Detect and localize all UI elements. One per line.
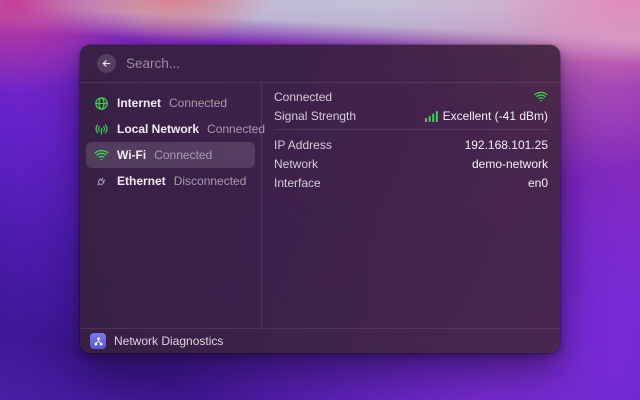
detail-row-network: Network demo-network xyxy=(274,154,548,173)
sidebar-item-label: Internet xyxy=(117,96,161,110)
signal-strength-value: Excellent (-41 dBm) xyxy=(443,109,548,123)
detail-row-signal-strength: Signal Strength Excellent (-41 dBm) xyxy=(274,106,548,125)
plug-icon xyxy=(94,174,109,189)
wifi-detail-panel: Connected Signal Strength xyxy=(262,83,560,328)
sidebar-item-internet[interactable]: Internet Connected xyxy=(86,90,255,116)
detail-row-connected: Connected xyxy=(274,87,548,106)
network-nodes-icon xyxy=(90,333,106,349)
detail-divider xyxy=(274,129,548,130)
sidebar-item-wifi[interactable]: Wi-Fi Connected xyxy=(86,142,255,168)
detail-row-ip-address: IP Address 192.168.101.25 xyxy=(274,135,548,154)
sidebar-item-status: Connected xyxy=(169,96,227,110)
detail-label: Connected xyxy=(274,90,332,104)
search-input[interactable] xyxy=(126,56,546,71)
back-button[interactable] xyxy=(97,54,116,73)
broadcast-icon xyxy=(94,122,109,137)
sidebar-item-ethernet[interactable]: Ethernet Disconnected xyxy=(86,168,255,194)
wifi-status-icon xyxy=(534,90,548,104)
back-arrow-icon xyxy=(101,58,112,69)
main-content: Internet Connected xyxy=(80,83,560,328)
detail-label: Interface xyxy=(274,176,321,190)
detail-value: Excellent (-41 dBm) xyxy=(425,109,548,123)
detail-label: IP Address xyxy=(274,138,332,152)
search-header xyxy=(80,45,560,83)
detail-row-interface: Interface en0 xyxy=(274,173,548,192)
interface-value: en0 xyxy=(528,176,548,190)
sidebar-item-status: Connected xyxy=(154,148,212,162)
network-diagnostics-window: Internet Connected xyxy=(80,45,560,353)
detail-label: Network xyxy=(274,157,318,171)
app-name-label: Network Diagnostics xyxy=(114,334,223,348)
network-name-value: demo-network xyxy=(472,157,548,171)
globe-icon xyxy=(94,96,109,111)
sidebar-item-label: Local Network xyxy=(117,122,199,136)
sidebar: Internet Connected xyxy=(80,83,262,328)
signal-bars-icon xyxy=(425,110,438,122)
sidebar-item-status: Disconnected xyxy=(174,174,247,188)
sidebar-item-local-network[interactable]: Local Network Connected xyxy=(86,116,255,142)
sidebar-item-label: Ethernet xyxy=(117,174,166,188)
sidebar-item-status: Connected xyxy=(207,122,265,136)
desktop: { "window": { "search": { "placeholder":… xyxy=(0,0,640,400)
footer-bar: Network Diagnostics xyxy=(80,328,560,353)
sidebar-item-label: Wi-Fi xyxy=(117,148,146,162)
detail-label: Signal Strength xyxy=(274,109,356,123)
wifi-icon xyxy=(94,148,109,163)
ip-address-value: 192.168.101.25 xyxy=(465,138,548,152)
